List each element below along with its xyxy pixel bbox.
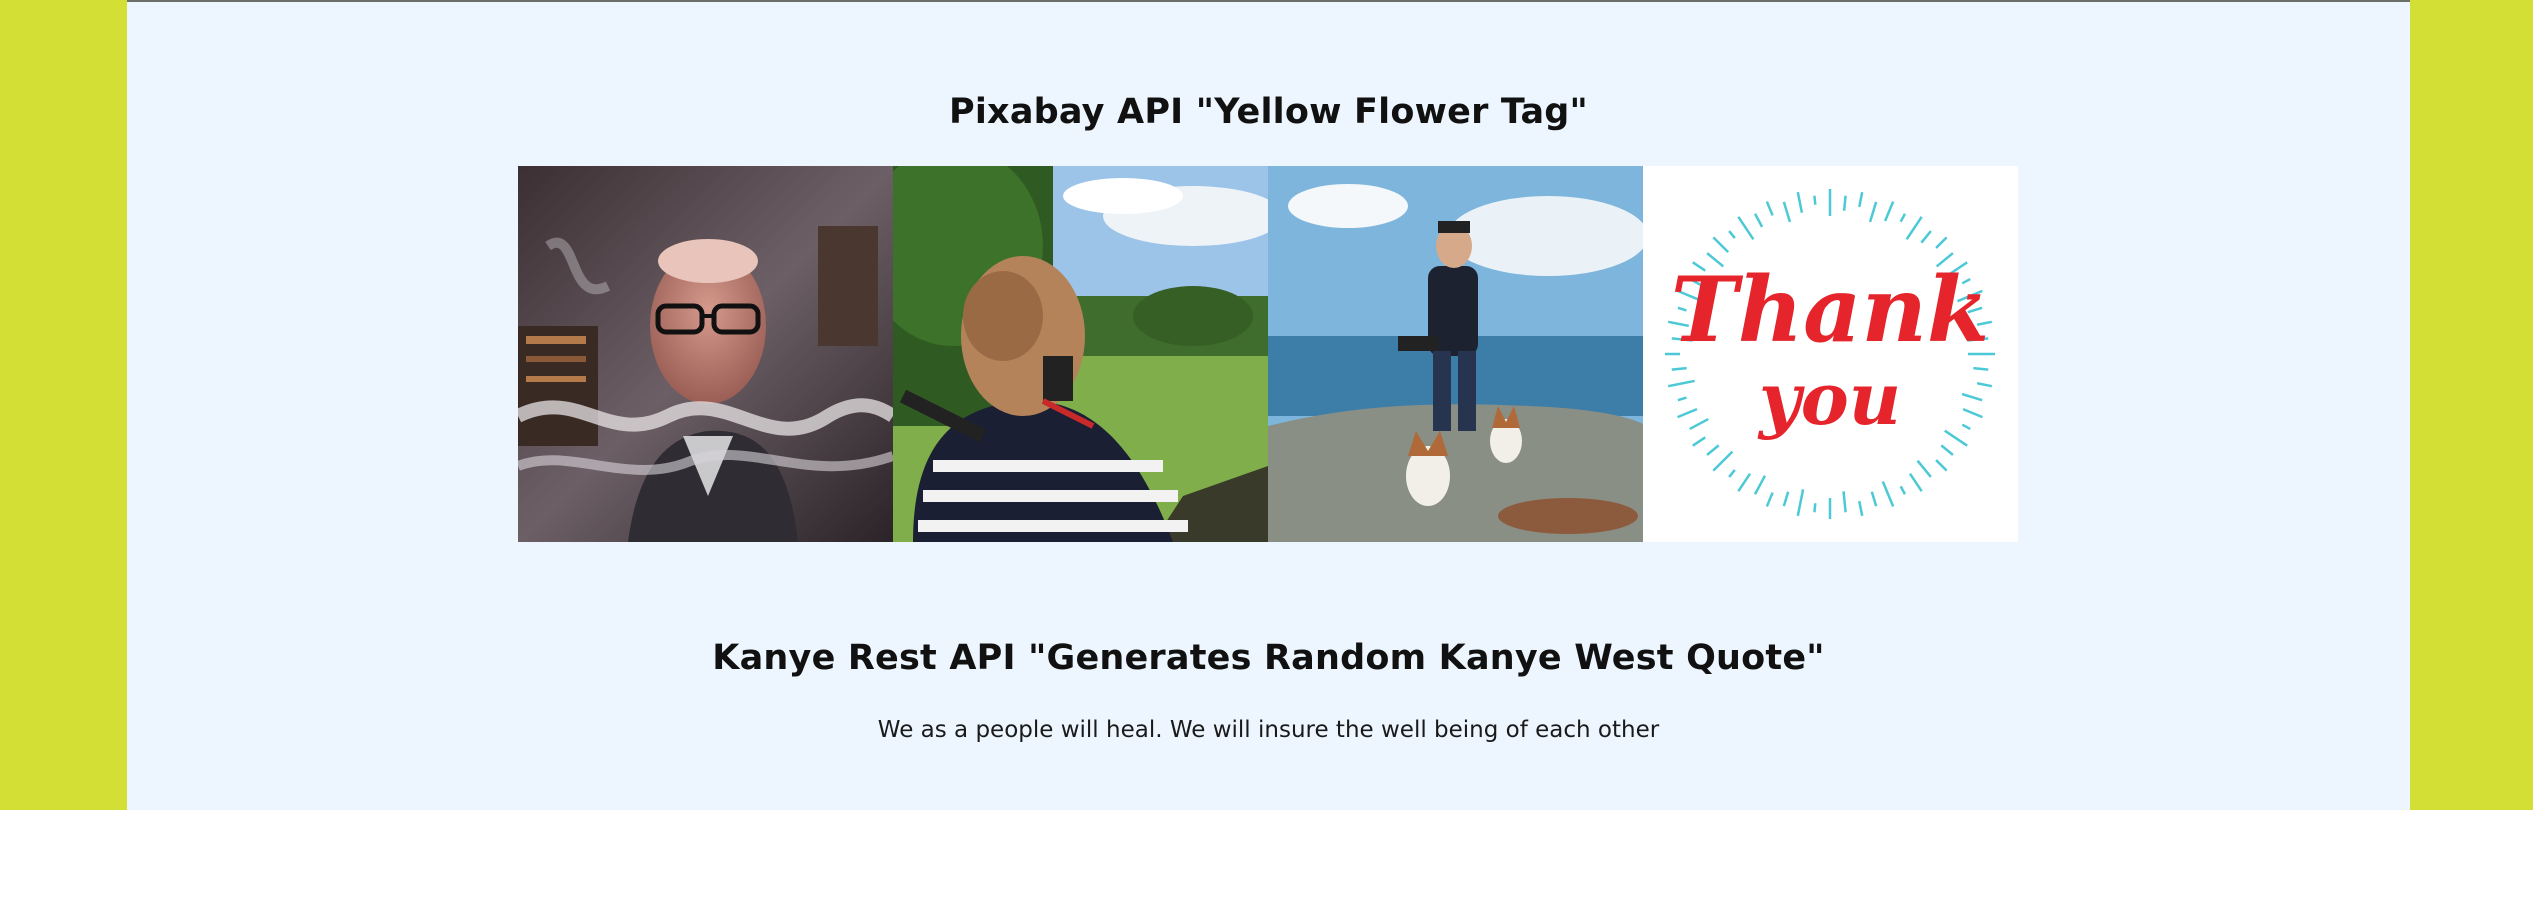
pixabay-section-title: Pixabay API "Yellow Flower Tag" (949, 92, 1588, 132)
man-dogs-cliff-image (1268, 166, 1643, 542)
old-man-smoke-image (518, 166, 893, 542)
burst-ray (1973, 366, 1989, 371)
woman-camera-photo[interactable] (893, 166, 1268, 542)
kanye-section-title: Kanye Rest API "Generates Random Kanye W… (712, 638, 1825, 678)
thank-you-card-image: Thank you (1643, 166, 2018, 542)
burst-ray (1813, 195, 1817, 205)
man-dogs-cliff-photo[interactable] (1268, 166, 1643, 542)
burst-ray (1813, 503, 1817, 513)
thank-text: Thank (1671, 257, 1990, 363)
pixabay-image-gallery: Thank you (518, 166, 2018, 542)
you-text: you (1757, 356, 1901, 441)
kanye-quote-text: We as a people will heal. We will insure… (877, 717, 1660, 743)
burst-ray (1671, 366, 1687, 371)
burst-ray (1842, 195, 1847, 211)
old-man-smoke-photo[interactable] (518, 166, 893, 542)
content-panel: Pixabay API "Yellow Flower Tag" Thank yo… (127, 0, 2410, 810)
thank-you-card-photo[interactable]: Thank you (1643, 166, 2018, 542)
woman-camera-image (893, 166, 1268, 542)
